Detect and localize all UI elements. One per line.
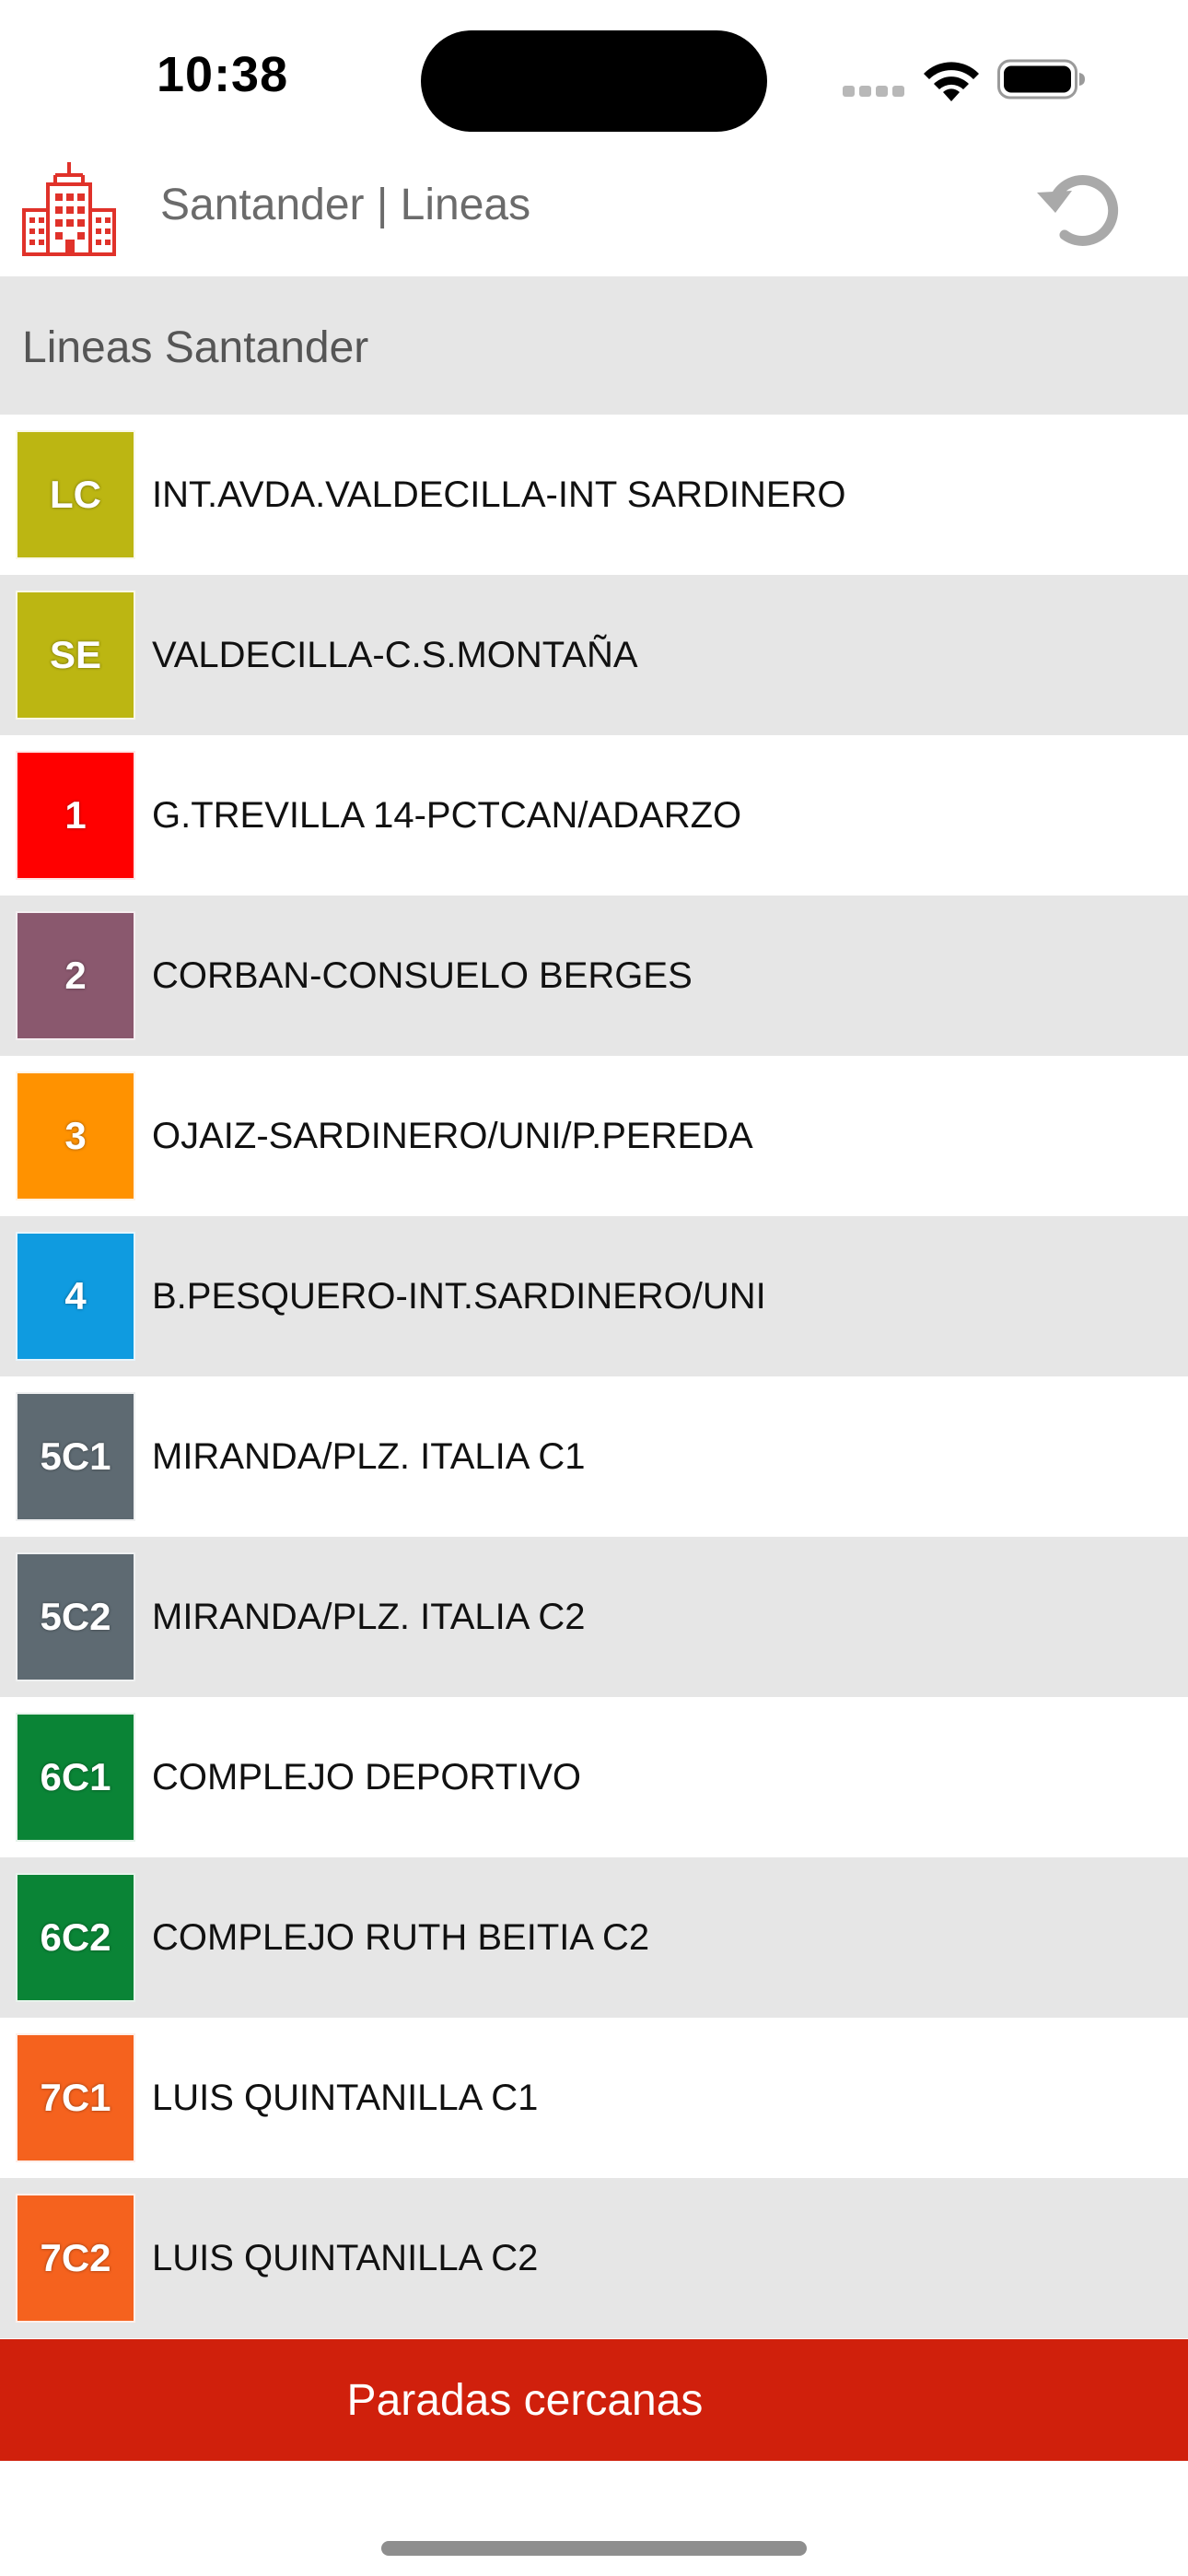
- battery-icon: [997, 59, 1085, 100]
- line-name: MIRANDA/PLZ. ITALIA C2: [152, 1596, 586, 1637]
- line-name: MIRANDA/PLZ. ITALIA C1: [152, 1435, 586, 1477]
- line-row[interactable]: 4 B.PESQUERO-INT.SARDINERO/UNI: [0, 1216, 1188, 1376]
- line-badge: SE: [16, 591, 135, 720]
- wifi-icon: [924, 62, 979, 101]
- line-row[interactable]: 2 CORBAN-CONSUELO BERGES: [0, 896, 1188, 1056]
- lines-list: LC INT.AVDA.VALDECILLA-INT SARDINERO SE VAL…: [0, 415, 1188, 2339]
- nearby-stops-label: Paradas cercanas: [346, 2375, 704, 2425]
- line-badge: 5C1: [16, 1392, 135, 1521]
- line-badge: 6C2: [16, 1873, 135, 2002]
- line-row[interactable]: 6C2 COMPLEJO RUTH BEITIA C2: [0, 1857, 1188, 2018]
- signal-dots-icon: [843, 86, 905, 97]
- line-name: COMPLEJO RUTH BEITIA C2: [152, 1916, 650, 1958]
- line-badge: 1: [16, 751, 135, 880]
- line-name: G.TREVILLA 14-PCTCAN/ADARZO: [152, 794, 742, 836]
- dynamic-island: [421, 30, 767, 132]
- app-screen: 10:38 Santander | Lineas Lineas Santande…: [0, 0, 1188, 2576]
- line-name: B.PESQUERO-INT.SARDINERO/UNI: [152, 1275, 766, 1317]
- line-row[interactable]: 3 OJAIZ-SARDINERO/UNI/P.PEREDA: [0, 1056, 1188, 1216]
- line-row[interactable]: 7C2 LUIS QUINTANILLA C2: [0, 2178, 1188, 2338]
- home-indicator: [381, 2541, 807, 2556]
- city-buildings-icon: [22, 162, 116, 256]
- line-row[interactable]: 5C2 MIRANDA/PLZ. ITALIA C2: [0, 1537, 1188, 1697]
- line-row[interactable]: 6C1 COMPLEJO DEPORTIVO: [0, 1697, 1188, 1857]
- status-time: 10:38: [157, 47, 289, 102]
- line-row[interactable]: SE VALDECILLA-C.S.MONTAÑA: [0, 575, 1188, 735]
- nearby-stops-button[interactable]: Paradas cercanas: [0, 2339, 1188, 2461]
- refresh-button[interactable]: [1031, 158, 1133, 258]
- status-bar: 10:38: [0, 0, 1188, 138]
- line-row[interactable]: LC INT.AVDA.VALDECILLA-INT SARDINERO: [0, 415, 1188, 575]
- nav-bar: Santander | Lineas: [0, 138, 1188, 276]
- line-badge: 4: [16, 1232, 135, 1361]
- line-badge: 5C2: [16, 1552, 135, 1681]
- refresh-icon: [1037, 174, 1119, 246]
- nav-title: Santander | Lineas: [160, 181, 531, 229]
- section-title: Lineas Santander: [22, 323, 369, 372]
- line-badge: 7C2: [16, 2194, 135, 2323]
- line-name: COMPLEJO DEPORTIVO: [152, 1756, 582, 1797]
- line-row[interactable]: 1 G.TREVILLA 14-PCTCAN/ADARZO: [0, 735, 1188, 896]
- section-header: Lineas Santander: [0, 276, 1188, 415]
- line-name: INT.AVDA.VALDECILLA-INT SARDINERO: [152, 474, 846, 515]
- line-row[interactable]: 7C1 LUIS QUINTANILLA C1: [0, 2018, 1188, 2178]
- line-badge: LC: [16, 430, 135, 559]
- line-badge: 3: [16, 1071, 135, 1200]
- line-name: LUIS QUINTANILLA C2: [152, 2237, 539, 2278]
- line-badge: 2: [16, 911, 135, 1040]
- line-name: LUIS QUINTANILLA C1: [152, 2077, 539, 2118]
- line-row[interactable]: 5C1 MIRANDA/PLZ. ITALIA C1: [0, 1376, 1188, 1537]
- line-badge: 6C1: [16, 1713, 135, 1842]
- line-name: OJAIZ-SARDINERO/UNI/P.PEREDA: [152, 1115, 753, 1156]
- line-badge: 7C1: [16, 2033, 135, 2162]
- line-name: CORBAN-CONSUELO BERGES: [152, 954, 693, 996]
- line-name: VALDECILLA-C.S.MONTAÑA: [152, 634, 638, 675]
